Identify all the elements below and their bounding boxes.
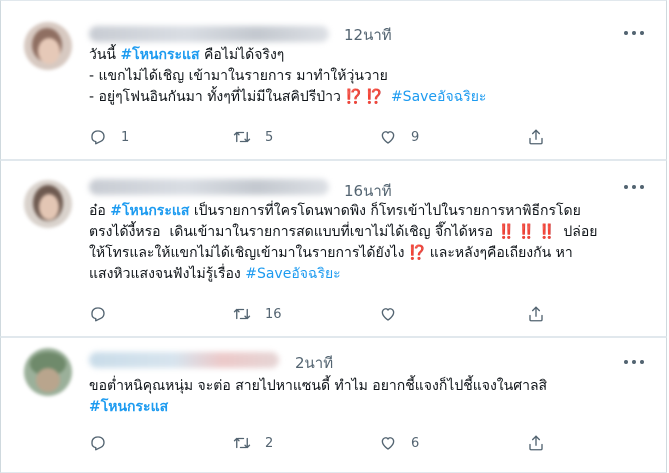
tweet-text-line: ให้โทรและให้แขกไม่ได้เชิญเข้ามาในรายการไ… (89, 243, 644, 264)
author-name-blurred[interactable] (89, 352, 279, 368)
tweet-text-line: ตรงได้งี้หรอ เดินเข้ามาในรายการสดแบบที่เ… (89, 222, 644, 243)
hashtag-link[interactable]: #โหนกระแส (110, 203, 189, 219)
tweet-card[interactable]: 16นาที อ๋อ #โหนกระแส เป็นรายการที่ใครโดน… (0, 160, 667, 337)
reply-count: 1 (121, 129, 130, 145)
retweet-button[interactable]: 16 (233, 303, 282, 325)
emoji: ⁉️ ⁉️ (345, 89, 383, 105)
hashtag-link[interactable]: #โหนกระแส (89, 399, 168, 415)
text-segment: ขอต่ำหนิคุณหนุ่ม จะต่อ สายไปหาแซนดี้ ทำไ… (89, 378, 548, 394)
tweet-text-line: ขอต่ำหนิคุณหนุ่ม จะต่อ สายไปหาแซนดี้ ทำไ… (89, 376, 644, 397)
text-segment: ปล่อย (554, 224, 598, 240)
retweet-icon (233, 131, 251, 143)
retweet-count: 16 (265, 306, 282, 322)
share-icon (529, 435, 543, 451)
reply-button[interactable]: 1 (89, 126, 129, 148)
more-options-icon[interactable] (624, 29, 644, 37)
tweet-text: วันนี้ #โหนกระแส คือไม่ได้จริงๆ - แขกไม่ไ… (89, 45, 644, 108)
text-segment: - แขกไม่ได้เชิญ เข้ามาในรายการ มาทำให้วุ… (89, 68, 388, 84)
heart-icon (381, 437, 395, 450)
tweet-text-line: อ๋อ #โหนกระแส เป็นรายการที่ใครโดนพาดพิง … (89, 201, 644, 222)
reply-button[interactable] (89, 303, 121, 325)
tweet-actions: 1 5 9 (89, 126, 549, 148)
tweet-text-line: - แขกไม่ได้เชิญ เข้ามาในรายการ มาทำให้วุ… (89, 66, 644, 87)
share-icon (529, 129, 543, 145)
reply-icon (91, 130, 105, 145)
retweet-icon (233, 308, 251, 320)
tweet-time[interactable]: 16นาที (344, 179, 392, 203)
like-button[interactable]: 6 (379, 432, 419, 454)
tweet-time[interactable]: 12นาที (344, 23, 392, 47)
text-segment: วันนี้ (89, 47, 121, 63)
tweet-feed: 12นาที วันนี้ #โหนกระแส คือไม่ได้จริงๆ - … (0, 0, 669, 473)
retweet-count: 5 (265, 129, 274, 145)
tweet-text: ขอต่ำหนิคุณหนุ่ม จะต่อ สายไปหาแซนดี้ ทำไ… (89, 376, 644, 418)
more-options-icon[interactable] (624, 358, 644, 366)
text-segment (382, 89, 391, 105)
retweet-icon (233, 437, 251, 449)
text-segment: อ๋อ (89, 203, 111, 219)
like-button[interactable] (379, 303, 411, 325)
text-segment: ให้โทรและให้แขกไม่ได้เชิญเข้ามาในรายการไ… (89, 245, 409, 261)
text-segment: เป็นรายการที่ใครโดนพาดพิง ก็โทรเข้าไปในร… (189, 203, 581, 219)
avatar[interactable] (24, 22, 72, 70)
heart-icon (381, 131, 395, 144)
share-button[interactable] (527, 126, 545, 148)
text-segment: และหลังๆคือเถียงกัน หา (425, 245, 573, 261)
emoji: ‼️ ‼️ ‼️ (497, 224, 555, 240)
tweet-time[interactable]: 2นาที (295, 351, 333, 375)
avatar[interactable] (24, 180, 72, 228)
tweet-text-line: แสงหิวแสงจนฟังไม่รู้เรื่อง #Saveอัจฉริยะ (89, 264, 644, 285)
avatar[interactable] (24, 348, 72, 396)
reply-icon (91, 307, 105, 322)
emoji: ⁉️ (408, 245, 426, 261)
tweet-actions: 16 (89, 303, 549, 325)
like-count: 9 (411, 129, 420, 145)
share-icon (529, 306, 543, 322)
text-segment: ตรงได้งี้หรอ เดินเข้ามาในรายการสดแบบที่เ… (89, 224, 498, 240)
like-count: 6 (411, 435, 420, 451)
tweet-text-line: #โหนกระแส (89, 397, 644, 418)
hashtag-link[interactable]: #Saveอัจฉริยะ (245, 266, 340, 282)
share-button[interactable] (527, 303, 545, 325)
tweet-card[interactable]: 2นาที ขอต่ำหนิคุณหนุ่ม จะต่อ สายไปหาแซนด… (0, 337, 667, 473)
hashtag-link[interactable]: #Saveอัจฉริยะ (391, 89, 486, 105)
retweet-count: 2 (265, 435, 274, 451)
hashtag-link[interactable]: #โหนกระแส (120, 47, 199, 63)
text-segment: - อยู่ๆโฟนอินกันมา ทั้งๆที่ไม่มีในสคิปรี… (89, 89, 346, 105)
share-button[interactable] (527, 432, 545, 454)
text-segment: คือไม่ได้จริงๆ (199, 47, 285, 63)
reply-icon (91, 436, 105, 451)
heart-icon (381, 308, 395, 321)
text-segment: แสงหิวแสงจนฟังไม่รู้เรื่อง (89, 266, 246, 282)
reply-button[interactable] (89, 432, 121, 454)
tweet-text: อ๋อ #โหนกระแส เป็นรายการที่ใครโดนพาดพิง … (89, 201, 644, 285)
like-button[interactable]: 9 (379, 126, 419, 148)
author-name-blurred[interactable] (89, 179, 329, 195)
tweet-actions: 2 6 (89, 432, 549, 454)
more-options-icon[interactable] (624, 183, 644, 191)
tweet-text-line: วันนี้ #โหนกระแส คือไม่ได้จริงๆ (89, 45, 644, 66)
tweet-text-line: - อยู่ๆโฟนอินกันมา ทั้งๆที่ไม่มีในสคิปรี… (89, 87, 644, 108)
retweet-button[interactable]: 5 (233, 126, 273, 148)
retweet-button[interactable]: 2 (233, 432, 273, 454)
author-name-blurred[interactable] (89, 26, 329, 42)
tweet-card[interactable]: 12นาที วันนี้ #โหนกระแส คือไม่ได้จริงๆ - … (0, 0, 667, 160)
